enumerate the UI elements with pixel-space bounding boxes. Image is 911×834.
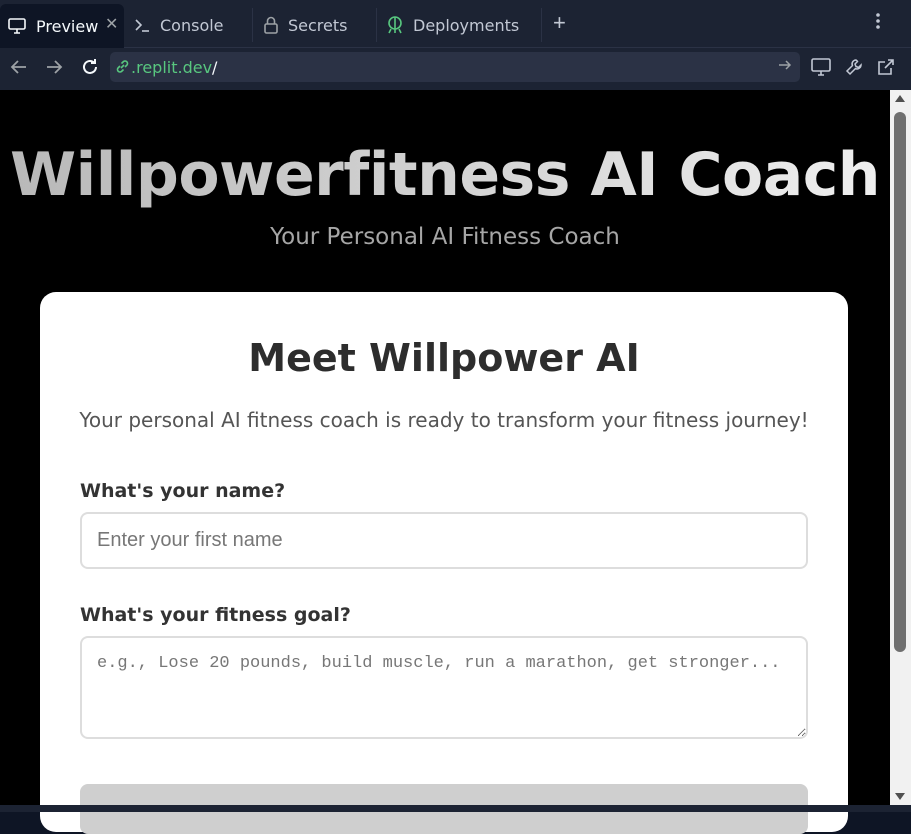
- lock-icon: [264, 16, 278, 34]
- goal-textarea[interactable]: [80, 636, 808, 739]
- deployments-icon: [387, 16, 403, 34]
- window-bottom-edge: [0, 805, 911, 812]
- device-preview-icon[interactable]: [811, 58, 831, 81]
- new-tab-icon[interactable]: +: [553, 10, 566, 36]
- reload-icon[interactable]: [80, 57, 100, 82]
- url-host: .replit.dev: [131, 58, 213, 77]
- tab-divider: [376, 8, 377, 42]
- page-subtitle: Your Personal AI Fitness Coach: [270, 224, 620, 250]
- tab-divider: [541, 8, 542, 42]
- more-options-icon[interactable]: [876, 12, 880, 35]
- tab-secrets[interactable]: Secrets: [264, 6, 347, 44]
- url-path: /: [212, 58, 218, 77]
- close-icon[interactable]: ✕: [105, 14, 118, 34]
- forward-icon[interactable]: [45, 59, 63, 80]
- devtools-wrench-icon[interactable]: [845, 58, 863, 81]
- tab-label: Secrets: [288, 15, 348, 35]
- link-icon: [115, 59, 130, 79]
- tab-label: Preview: [36, 16, 99, 36]
- tab-bar: Preview ✕ Console Secrets Deployments +: [0, 0, 911, 48]
- terminal-icon: [134, 18, 150, 32]
- card-subtitle: Your personal AI fitness coach is ready …: [79, 408, 809, 432]
- scroll-down-arrow-icon[interactable]: [895, 793, 905, 800]
- monitor-icon: [8, 18, 26, 34]
- tab-deployments[interactable]: Deployments: [387, 6, 519, 44]
- tab-console[interactable]: Console: [134, 6, 224, 44]
- signup-card: Meet Willpower AI Your personal AI fitne…: [40, 292, 848, 834]
- scroll-up-arrow-icon[interactable]: [895, 95, 905, 102]
- url-text: .replit.dev/: [131, 58, 217, 77]
- tab-divider: [252, 8, 253, 42]
- tab-label: Deployments: [413, 15, 520, 35]
- scrollbar[interactable]: [890, 90, 911, 805]
- scrollbar-thumb[interactable]: [894, 112, 906, 652]
- back-icon[interactable]: [10, 59, 28, 80]
- goal-label: What's your fitness goal?: [80, 604, 351, 626]
- page-title: Willpowerfitness AI Coach: [0, 140, 890, 210]
- url-field[interactable]: .replit.dev/: [110, 52, 800, 82]
- navigate-arrow-icon[interactable]: [778, 58, 792, 77]
- name-label: What's your name?: [80, 480, 286, 502]
- tab-label: Console: [160, 15, 224, 35]
- open-external-icon[interactable]: [877, 58, 895, 81]
- name-input[interactable]: [80, 512, 808, 569]
- card-title: Meet Willpower AI: [248, 336, 640, 380]
